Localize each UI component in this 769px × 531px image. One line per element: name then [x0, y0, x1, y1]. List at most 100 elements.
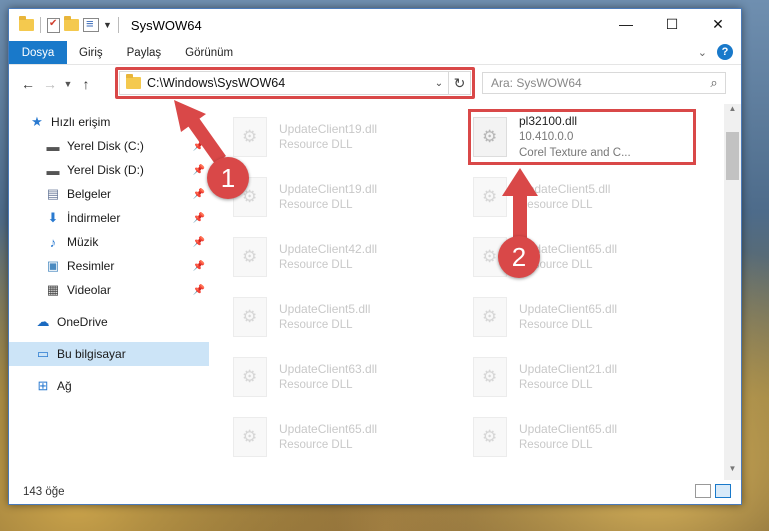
sidebar-item-label: Bu bilgisayar — [57, 347, 126, 361]
sidebar-item-downloads[interactable]: ⬇ İndirmeler 📌 — [9, 206, 209, 230]
drive-icon: ▬ — [46, 162, 60, 178]
file-version: 10.410.0.0 — [519, 131, 574, 143]
pin-icon[interactable]: 📌 — [193, 261, 205, 272]
tab-share[interactable]: Paylaş — [115, 41, 174, 64]
file-item[interactable]: UpdateClient63.dll Resource DLL — [233, 352, 453, 402]
vertical-scrollbar[interactable]: ▲ ▼ — [724, 104, 741, 480]
dll-file-icon — [233, 297, 267, 337]
scroll-up-icon[interactable]: ▲ — [724, 104, 741, 120]
file-item[interactable]: UpdateClient65.dll Resource DLL — [473, 412, 693, 462]
highlighted-file-item[interactable]: pl32100.dll 10.410.0.0 Corel Texture and… — [473, 112, 693, 162]
back-button[interactable]: ← — [17, 76, 39, 92]
address-highlight-box — [115, 67, 475, 99]
sidebar-item-label: Ağ — [57, 379, 72, 393]
up-button[interactable]: ↑ — [75, 76, 97, 92]
file-name: pl32100.dll — [519, 114, 578, 128]
file-item[interactable]: UpdateClient19.dll Resource DLL — [233, 172, 453, 222]
tab-view[interactable]: Görünüm — [173, 41, 245, 64]
search-box[interactable]: Ara: SysWOW64 ⌕ — [482, 72, 726, 94]
file-list: UpdateClient19.dll Resource DLL UpdateCl… — [209, 104, 741, 480]
cloud-icon: ☁ — [36, 314, 50, 329]
sidebar-item-label: Hızlı erişim — [51, 115, 111, 129]
pin-icon[interactable]: 📌 — [193, 285, 205, 296]
sidebar-item-disk-c[interactable]: ▬ Yerel Disk (C:) 📌 — [9, 134, 209, 158]
sidebar-item-network[interactable]: ⊞ Ağ — [9, 374, 209, 398]
file-type: Resource DLL — [519, 319, 593, 331]
file-item[interactable]: UpdateClient5.dll Resource DLL — [473, 172, 693, 222]
file-name: UpdateClient63.dll — [279, 362, 378, 376]
tiles-view-button[interactable] — [715, 484, 731, 498]
file-item[interactable]: UpdateClient65.dll Resource DLL — [233, 412, 453, 462]
pin-icon[interactable]: 📌 — [193, 165, 205, 176]
sidebar-item-onedrive[interactable]: ☁ OneDrive — [9, 310, 209, 334]
pictures-icon: ▣ — [46, 258, 60, 273]
minimize-button[interactable]: — — [603, 9, 649, 39]
pin-icon[interactable]: 📌 — [193, 237, 205, 248]
view-toggle — [695, 484, 731, 498]
file-item[interactable]: UpdateClient42.dll Resource DLL — [233, 232, 453, 282]
sidebar-item-label: İndirmeler — [67, 211, 121, 225]
sidebar-item-label: Videolar — [67, 283, 111, 297]
properties-icon[interactable] — [83, 16, 99, 32]
details-view-button[interactable] — [695, 484, 711, 498]
dll-file-icon — [233, 417, 267, 457]
computer-icon: ▭ — [36, 346, 50, 361]
dll-file-icon — [473, 357, 507, 397]
dll-file-icon — [233, 237, 267, 277]
sidebar-item-quick-access[interactable]: ★ Hızlı erişim — [9, 110, 209, 134]
recent-locations-icon[interactable]: ▼ — [61, 79, 75, 89]
sidebar-item-pictures[interactable]: ▣ Resimler 📌 — [9, 254, 209, 278]
file-item[interactable]: UpdateClient19.dll Resource DLL — [233, 112, 453, 162]
properties-check-icon[interactable] — [47, 17, 60, 33]
pin-icon[interactable]: 📌 — [193, 189, 205, 200]
pin-icon[interactable]: 📌 — [193, 213, 205, 224]
file-name: UpdateClient19.dll — [279, 122, 378, 136]
file-type: Resource DLL — [279, 259, 353, 271]
item-count: 143 öğe — [23, 486, 65, 498]
maximize-button[interactable]: ☐ — [649, 9, 695, 39]
sidebar-item-label: Yerel Disk (C:) — [67, 139, 144, 153]
expand-ribbon-icon[interactable]: ⌄ — [698, 46, 707, 59]
window-title: SysWOW64 — [130, 17, 202, 33]
file-type: Resource DLL — [279, 439, 353, 451]
sidebar-item-disk-d[interactable]: ▬ Yerel Disk (D:) 📌 — [9, 158, 209, 182]
file-type: Resource DLL — [519, 379, 593, 391]
sidebar-item-this-pc[interactable]: ▭ Bu bilgisayar — [9, 342, 209, 366]
sidebar-item-label: Resimler — [67, 259, 115, 273]
file-type: Resource DLL — [279, 199, 353, 211]
download-icon: ⬇ — [47, 210, 59, 225]
sidebar-item-label: Belgeler — [67, 187, 112, 201]
tab-home[interactable]: Giriş — [67, 41, 115, 64]
file-name: UpdateClient19.dll — [279, 182, 378, 196]
scroll-thumb[interactable] — [726, 132, 739, 180]
tab-file[interactable]: Dosya — [9, 41, 67, 64]
file-name: UpdateClient5.dll — [279, 302, 371, 316]
file-type: Resource DLL — [519, 199, 593, 211]
new-folder-icon[interactable] — [64, 16, 79, 31]
file-description: Corel Texture and C... — [519, 147, 631, 159]
sidebar-item-music[interactable]: ♪ Müzik 📌 — [9, 230, 209, 254]
navigation-bar: ← → ▼ ↑ C:\Windows\SysWOW64 ⌄ ↻ Ara: Sys… — [9, 65, 741, 103]
file-item[interactable]: UpdateClient65.dll Resource DLL — [473, 292, 693, 342]
file-name: UpdateClient65.dll — [519, 302, 618, 316]
step-1-badge: 1 — [207, 157, 249, 199]
file-item[interactable]: UpdateClient21.dll Resource DLL — [473, 352, 693, 402]
customize-toolbar-arrow-icon[interactable]: ▼ — [103, 20, 112, 30]
title-bar: ▼ SysWOW64 — ☐ ✕ — [9, 9, 741, 41]
file-type: Resource DLL — [519, 439, 593, 451]
close-button[interactable]: ✕ — [695, 9, 741, 39]
file-item[interactable]: UpdateClient5.dll Resource DLL — [233, 292, 453, 342]
file-explorer-window: ▼ SysWOW64 — ☐ ✕ Dosya Giriş Paylaş Görü… — [8, 8, 742, 505]
sidebar-item-videos[interactable]: ▦ Videolar 📌 — [9, 278, 209, 302]
forward-button[interactable]: → — [39, 76, 61, 92]
step-2-badge: 2 — [498, 236, 540, 278]
quick-access-toolbar: ▼ — [9, 16, 121, 33]
pin-icon[interactable]: 📌 — [193, 141, 205, 152]
search-icon[interactable]: ⌕ — [703, 75, 725, 91]
status-bar: 143 öğe — [9, 480, 741, 504]
folder-icon — [19, 16, 34, 31]
scroll-down-icon[interactable]: ▼ — [724, 464, 741, 480]
sidebar-item-documents[interactable]: ▤ Belgeler 📌 — [9, 182, 209, 206]
search-placeholder[interactable]: Ara: SysWOW64 — [491, 76, 703, 90]
help-icon[interactable]: ? — [717, 44, 733, 60]
